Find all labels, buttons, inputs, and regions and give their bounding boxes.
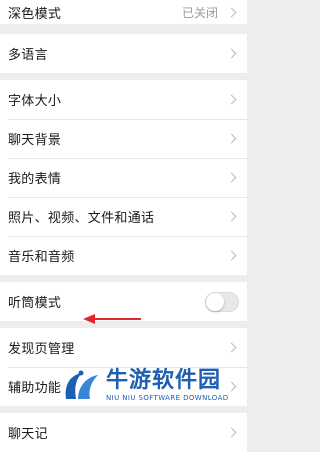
watermark-subtitle: NIU NIU SOFTWARE DOWNLOAD: [106, 394, 229, 402]
chevron-right-icon: [226, 427, 237, 438]
music-audio-row[interactable]: 音乐和音频: [0, 236, 247, 275]
dark-mode-value: 已关闭: [181, 5, 218, 20]
discover-management-label: 发现页管理: [8, 342, 75, 357]
chevron-right-icon: [226, 342, 237, 353]
group-separator: [0, 275, 247, 282]
watermark: 牛游软件园 NIU NIU SOFTWARE DOWNLOAD: [60, 362, 247, 409]
group-separator: [0, 73, 247, 80]
chat-history-label: 聊天记: [8, 427, 48, 442]
chevron-right-icon: [226, 94, 237, 105]
chevron-right-icon: [226, 133, 237, 144]
earpiece-mode-label: 听筒模式: [8, 296, 62, 311]
font-size-label: 字体大小: [8, 94, 62, 109]
font-size-row[interactable]: 字体大小: [0, 80, 247, 119]
settings-group-history: 聊天记: [0, 413, 247, 452]
settings-group-chat: 字体大小 聊天背景 我的表情 照片、视频、文件和通话 音乐和音频: [0, 80, 247, 275]
watermark-logo-icon: [65, 370, 98, 399]
media-files-calls-label: 照片、视频、文件和通话: [8, 211, 155, 226]
language-row[interactable]: 多语言: [0, 34, 247, 73]
chevron-right-icon: [226, 250, 237, 261]
settings-group-display: 深色模式 已关闭: [0, 0, 247, 24]
group-separator: [0, 24, 247, 34]
chat-history-row[interactable]: 聊天记: [0, 413, 247, 452]
my-stickers-row[interactable]: 我的表情: [0, 158, 247, 197]
earpiece-mode-toggle[interactable]: [205, 291, 239, 312]
chevron-right-icon: [226, 7, 237, 17]
settings-group-language: 多语言: [0, 34, 247, 73]
chevron-right-icon: [226, 172, 237, 183]
language-label: 多语言: [8, 48, 48, 63]
dark-mode-label: 深色模式: [8, 6, 62, 22]
dark-mode-row[interactable]: 深色模式 已关闭: [0, 0, 247, 24]
media-files-calls-row[interactable]: 照片、视频、文件和通话: [0, 197, 247, 236]
red-arrow-annotation: [83, 314, 141, 324]
chat-background-row[interactable]: 聊天背景: [0, 119, 247, 158]
music-audio-label: 音乐和音频: [8, 250, 75, 265]
watermark-title: 牛游软件园: [106, 368, 222, 393]
chevron-right-icon: [226, 211, 237, 222]
watermark-text: 牛游软件园 NIU NIU SOFTWARE DOWNLOAD: [106, 368, 229, 403]
chevron-right-icon: [226, 48, 237, 59]
my-stickers-label: 我的表情: [8, 172, 62, 187]
toggle-knob: [206, 292, 224, 311]
chat-background-label: 聊天背景: [8, 133, 62, 148]
